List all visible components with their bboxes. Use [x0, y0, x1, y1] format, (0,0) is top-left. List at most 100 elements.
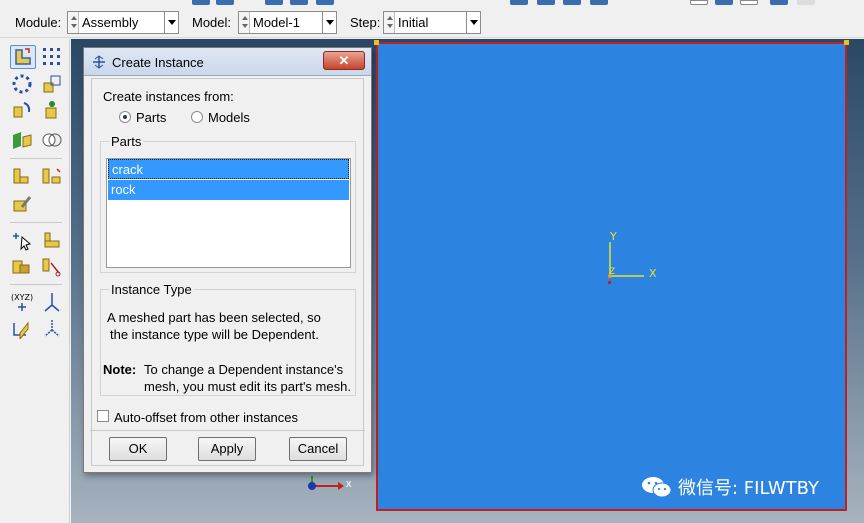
note-message-line-2: mesh, you must edit its part's mesh.: [144, 379, 351, 394]
toolbar-button-icon[interactable]: [590, 0, 608, 5]
axis-z-label: Z: [609, 267, 616, 277]
translate-instance-tool[interactable]: [40, 73, 66, 97]
toolbar-button-icon[interactable]: [510, 0, 528, 5]
create-datum-csys-tool[interactable]: [40, 317, 66, 341]
note-label: Note:: [103, 362, 137, 377]
edit-feature-tool[interactable]: [10, 193, 36, 217]
rotate-instance-tool[interactable]: [10, 99, 36, 123]
rotate-instance-icon: [13, 102, 31, 118]
toolbar-button-icon[interactable]: [537, 0, 555, 5]
parts-group-title: Parts: [109, 134, 144, 149]
spinner-icon[interactable]: [68, 12, 79, 33]
dialog-title: Create Instance: [112, 55, 204, 70]
boolean-icon: [42, 133, 62, 147]
toolbar-button-icon[interactable]: [770, 0, 788, 5]
wechat-icon: [642, 477, 672, 498]
boolean-tool[interactable]: [40, 129, 66, 153]
toolbox-divider: [10, 158, 62, 159]
svg-text:(XYZ): (XYZ): [11, 293, 33, 302]
create-datum-point-tool[interactable]: (XYZ): [10, 291, 36, 315]
instance-type-message-line-1: A meshed part has been selected, so: [107, 310, 321, 325]
chevron-down-icon[interactable]: [466, 12, 480, 33]
parts-list[interactable]: crack rock: [106, 158, 351, 268]
toolbar-button-icon[interactable]: [797, 0, 815, 5]
toolbar-button-icon[interactable]: [192, 0, 210, 5]
datum-point-icon: (XYZ): [11, 293, 33, 311]
apply-button[interactable]: Apply: [198, 437, 256, 461]
toolbar-button-icon[interactable]: [715, 0, 733, 5]
face-to-face-tool[interactable]: [40, 165, 66, 189]
create-datum-plane-tool[interactable]: [10, 317, 36, 341]
linear-pattern-tool[interactable]: [40, 45, 66, 69]
parts-radio[interactable]: [119, 111, 131, 123]
global-axis-triad: [308, 476, 344, 490]
model-select[interactable]: Model-1: [238, 11, 337, 34]
axis-x-label: X: [649, 267, 657, 280]
instance-part-icon: [15, 48, 31, 65]
radial-pattern-icon: [12, 74, 32, 94]
button-divider: [90, 430, 365, 431]
model-value: Model-1: [253, 15, 300, 30]
toolbar-button-icon[interactable]: [316, 0, 334, 5]
radial-pattern-tool[interactable]: [10, 73, 36, 97]
datum-plane-icon: [13, 321, 29, 341]
axis-y-label: Y: [610, 230, 617, 243]
model-label: Model:: [192, 15, 232, 30]
close-button[interactable]: ✕: [323, 51, 365, 70]
auto-offset-checkbox[interactable]: [97, 410, 109, 422]
face-to-face-icon: [42, 168, 61, 184]
toolbar-button-icon[interactable]: [690, 0, 708, 5]
translate-to-icon: [45, 101, 57, 119]
datum-axis-icon: [44, 293, 60, 312]
suppress-icon: [12, 260, 30, 274]
parts-radio-label[interactable]: Parts: [136, 110, 166, 125]
linear-pattern-icon: [43, 48, 60, 65]
scissors-icon: [42, 258, 61, 277]
module-label: Module:: [15, 15, 62, 30]
toolbox: (XYZ): [0, 39, 70, 523]
toolbar-button-icon[interactable]: [216, 0, 234, 5]
create-datum-axis-tool[interactable]: [40, 291, 66, 315]
cancel-button[interactable]: Cancel: [289, 437, 347, 461]
merge-cut-tool[interactable]: [10, 129, 36, 153]
models-radio[interactable]: [191, 111, 203, 123]
datum-csys-icon: [44, 320, 60, 337]
list-item-rock[interactable]: rock: [108, 180, 349, 200]
spinner-icon[interactable]: [239, 12, 250, 33]
models-radio-label[interactable]: Models: [208, 110, 250, 125]
cursor-icon: [13, 233, 32, 251]
toolbar-button-icon[interactable]: [740, 0, 758, 5]
list-item-crack[interactable]: crack: [108, 159, 349, 179]
instance-part-tool[interactable]: [10, 45, 36, 69]
spinner-icon[interactable]: [384, 12, 395, 33]
translate-instance-icon: [43, 75, 61, 93]
toolbar-button-icon[interactable]: [265, 0, 283, 5]
toolbar-button-icon[interactable]: [563, 0, 581, 5]
step-select[interactable]: Initial: [383, 11, 481, 34]
ok-button[interactable]: OK: [109, 437, 167, 461]
chevron-down-icon[interactable]: [322, 12, 336, 33]
dialog-title-bar[interactable]: Create Instance ✕: [84, 48, 371, 76]
delete-feature-tool[interactable]: [40, 255, 66, 279]
translate-to-tool[interactable]: [40, 99, 66, 123]
watermark-text: 微信号: FILWTBY: [678, 478, 819, 499]
instance-type-message-line-2: the instance type will be Dependent.: [110, 327, 319, 342]
step-label: Step:: [350, 15, 381, 30]
position-constraint-tool[interactable]: [10, 165, 36, 189]
context-bar: Module: Assembly Model: Model-1 Step: In…: [0, 8, 864, 38]
merge-cut-icon: [13, 132, 32, 149]
auto-offset-label[interactable]: Auto-offset from other instances: [114, 410, 298, 425]
instance-dialog-icon: [93, 55, 105, 69]
create-from-label: Create instances from:: [103, 89, 234, 104]
toolbar-button-icon[interactable]: [290, 0, 308, 5]
edit-feature-icon: [13, 196, 32, 212]
query-tool[interactable]: [10, 229, 36, 253]
toolbox-divider: [10, 284, 62, 285]
replace-tool[interactable]: [40, 229, 66, 253]
chevron-down-icon[interactable]: [164, 12, 178, 33]
instance-type-title: Instance Type: [109, 282, 194, 297]
corner-marker: [374, 40, 379, 45]
suppress-tool[interactable]: [10, 255, 36, 279]
module-select[interactable]: Assembly: [67, 11, 179, 34]
module-value: Assembly: [82, 15, 139, 30]
